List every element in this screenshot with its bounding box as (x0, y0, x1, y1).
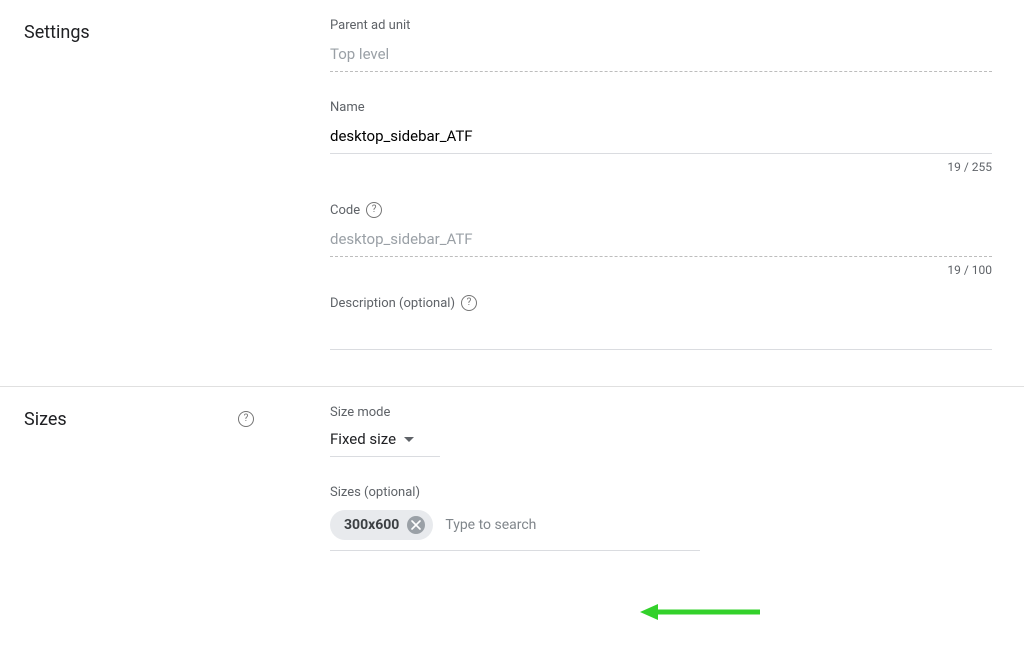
code-label-row: Code ? (330, 202, 992, 218)
sizes-section-right: Size mode Fixed size Sizes (optional) 30… (330, 405, 1000, 551)
name-input[interactable] (330, 121, 992, 154)
help-icon[interactable]: ? (366, 202, 382, 218)
name-field: Name 19 / 255 (330, 100, 992, 174)
settings-section-left: Settings (24, 18, 330, 350)
description-input[interactable] (330, 317, 992, 350)
name-char-counter: 19 / 255 (330, 160, 992, 174)
parent-ad-unit-field: Parent ad unit Top level (330, 18, 992, 72)
sizes-optional-field: Sizes (optional) 300x600 (330, 485, 992, 551)
sizes-chip-row[interactable]: 300x600 (330, 506, 700, 551)
close-icon[interactable] (407, 516, 425, 534)
settings-heading: Settings (24, 22, 90, 43)
annotation-arrow (640, 598, 760, 626)
settings-section: Settings Parent ad unit Top level Name 1… (0, 0, 1024, 386)
help-icon[interactable]: ? (238, 411, 254, 427)
description-label: Description (optional) (330, 296, 455, 311)
size-mode-label: Size mode (330, 405, 992, 420)
parent-ad-unit-label: Parent ad unit (330, 18, 992, 33)
sizes-optional-label: Sizes (optional) (330, 485, 992, 500)
settings-section-right: Parent ad unit Top level Name 19 / 255 C… (330, 18, 1000, 350)
description-label-row: Description (optional) ? (330, 295, 992, 311)
size-mode-field: Size mode Fixed size (330, 405, 992, 457)
chevron-down-icon (404, 437, 414, 442)
parent-ad-unit-value: Top level (330, 39, 992, 72)
size-mode-select[interactable]: Fixed size (330, 426, 440, 457)
size-mode-selected: Fixed size (330, 430, 396, 448)
sizes-section: Sizes ? Size mode Fixed size Sizes (opti… (0, 386, 1024, 587)
size-chip-label: 300x600 (344, 517, 399, 533)
code-field: Code ? desktop_sidebar_ATF 19 / 100 (330, 202, 992, 277)
sizes-section-left: Sizes ? (24, 405, 330, 551)
sizes-heading: Sizes (24, 409, 67, 430)
sizes-search-input[interactable] (443, 516, 700, 534)
help-icon[interactable]: ? (461, 295, 477, 311)
description-field: Description (optional) ? (330, 295, 992, 350)
size-chip: 300x600 (330, 510, 433, 540)
name-label: Name (330, 100, 992, 115)
code-char-counter: 19 / 100 (330, 263, 992, 277)
code-value: desktop_sidebar_ATF (330, 224, 992, 257)
code-label: Code (330, 203, 360, 218)
